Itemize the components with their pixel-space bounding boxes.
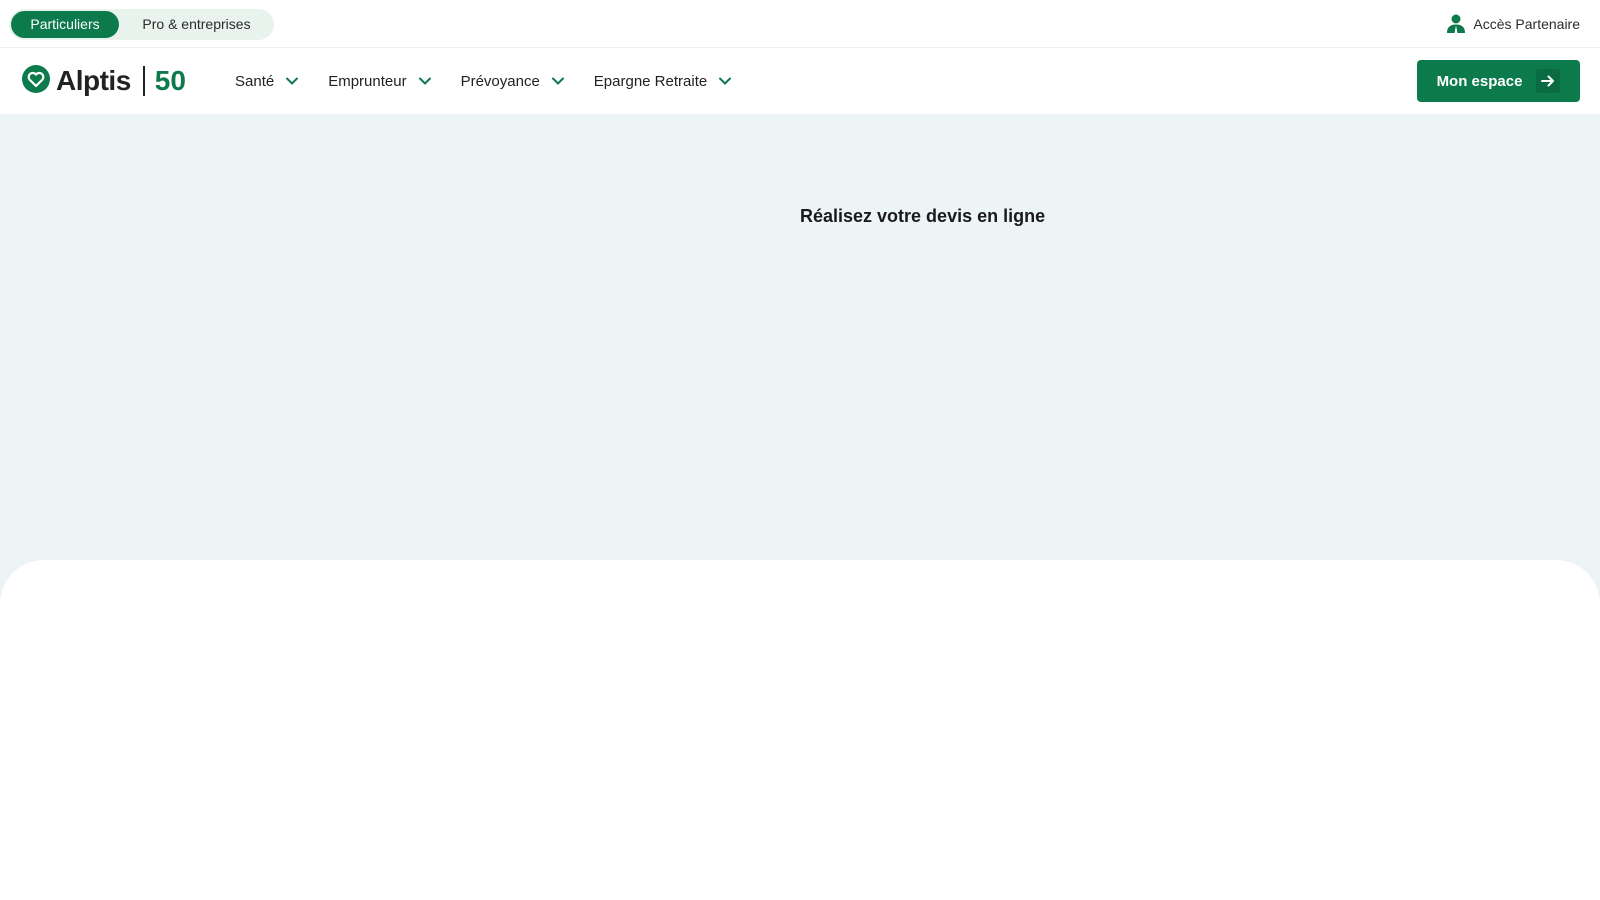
partner-access-link[interactable]: Accès Partenaire — [1447, 13, 1580, 35]
nav-item-label: Santé — [235, 72, 275, 90]
nav-item-emprunteur[interactable]: Emprunteur — [328, 72, 431, 90]
primary-nav: Santé Emprunteur Prévoyance Epargne Retr… — [235, 48, 761, 114]
main-navbar: Alptis 50 Santé Emprunteur Prévoyance Ep… — [0, 48, 1600, 114]
nav-item-label: Epargne Retraite — [593, 72, 708, 90]
chevron-down-icon — [286, 77, 299, 85]
mon-espace-button[interactable]: Mon espace — [1417, 60, 1580, 102]
nav-item-prevoyance[interactable]: Prévoyance — [461, 73, 564, 90]
partner-access-label: Accès Partenaire — [1473, 16, 1580, 32]
nav-item-sante[interactable]: Santé — [235, 72, 299, 90]
logo-divider — [142, 66, 145, 96]
brand-name: Alptis — [56, 65, 131, 96]
top-bar: Particuliers Pro & entreprises Accès Par… — [0, 0, 1600, 48]
segment-particuliers[interactable]: Particuliers — [11, 11, 119, 38]
hero-section: Réalisez votre devis en ligne — [0, 114, 1600, 604]
content-panel — [0, 560, 1600, 900]
heart-shield-icon — [22, 64, 50, 98]
nav-item-label: Emprunteur — [328, 72, 407, 90]
hero-title: Réalisez votre devis en ligne — [800, 206, 1046, 226]
nav-item-label: Prévoyance — [460, 72, 540, 90]
chevron-down-icon — [418, 77, 431, 85]
arrow-right-icon — [1536, 69, 1561, 93]
anniversary-badge: 50 — [154, 65, 186, 96]
segment-pro-entreprises[interactable]: Pro & entreprises — [124, 11, 269, 38]
mon-espace-label: Mon espace — [1436, 72, 1523, 90]
audience-switch: Particuliers Pro & entreprises — [9, 9, 274, 40]
nav-item-epargne-retraite[interactable]: Epargne Retraite — [593, 72, 732, 90]
brand-logo[interactable]: Alptis 50 — [22, 62, 186, 100]
chevron-down-icon — [551, 77, 564, 85]
partner-user-icon — [1447, 13, 1466, 36]
chevron-down-icon — [719, 77, 732, 85]
